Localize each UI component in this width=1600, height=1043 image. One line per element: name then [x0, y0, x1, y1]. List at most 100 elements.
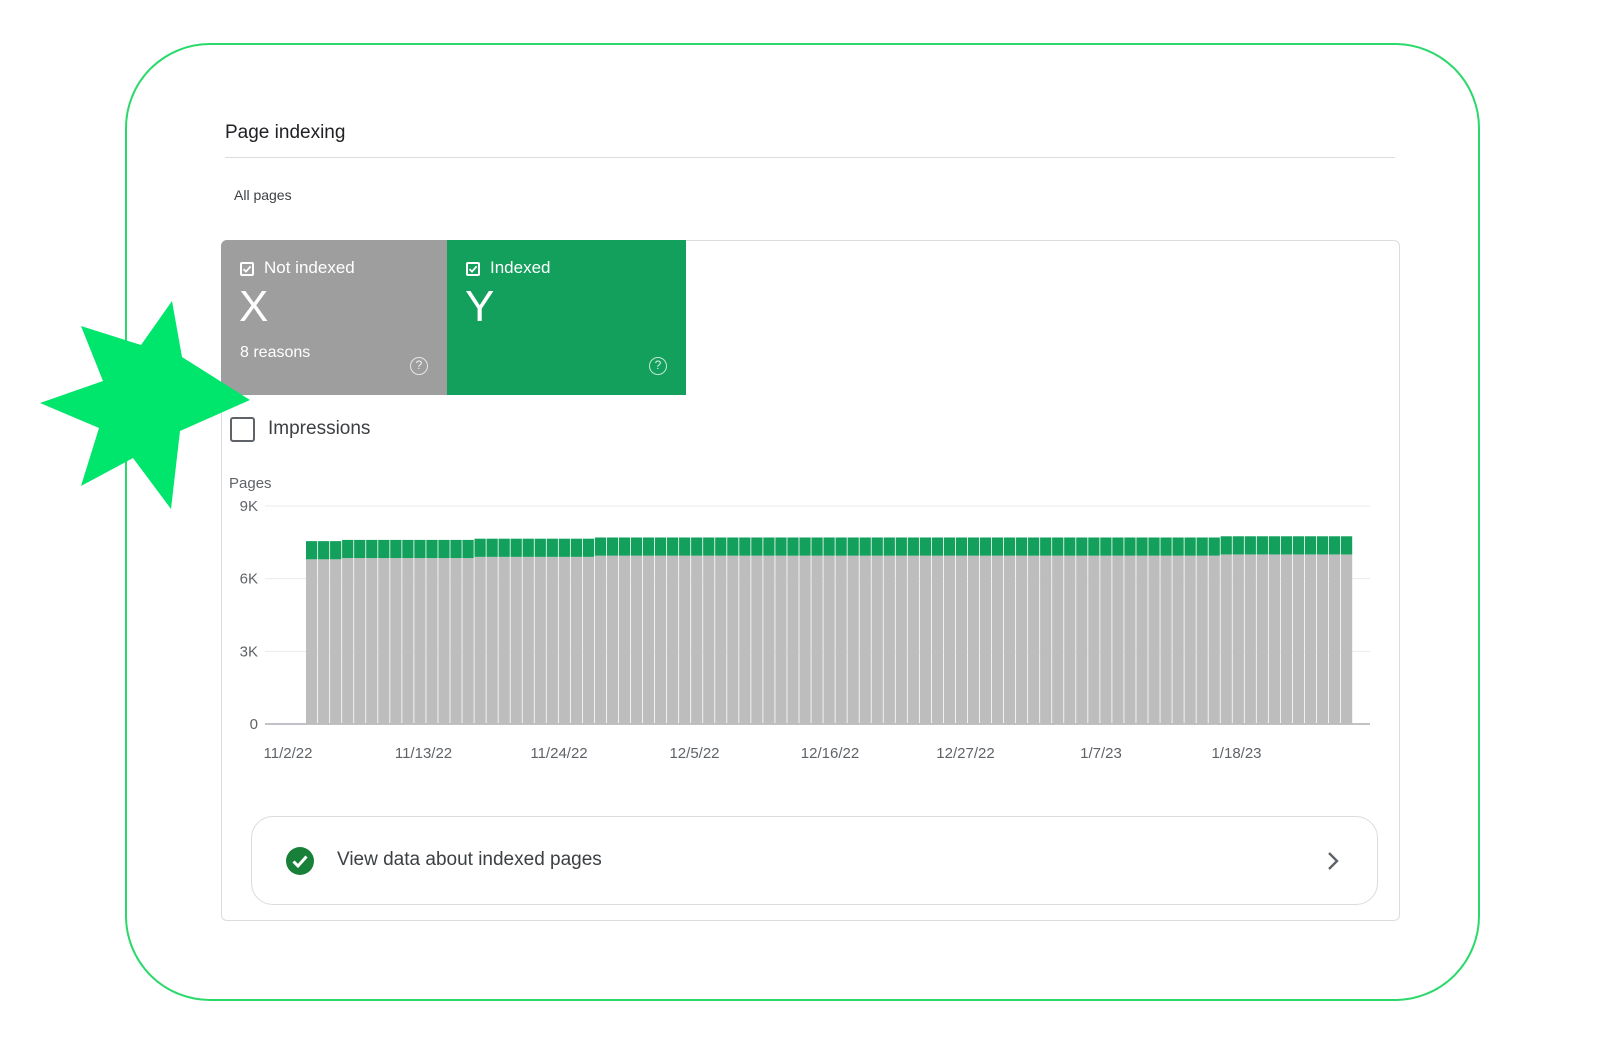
- bar-indexed: [979, 537, 992, 556]
- bar-indexed: [1124, 537, 1136, 556]
- bar-not-indexed: [402, 558, 414, 724]
- bar-indexed: [606, 537, 619, 556]
- bar-indexed: [1184, 537, 1196, 556]
- bar-indexed: [378, 539, 390, 559]
- bar-indexed: [1292, 536, 1305, 555]
- bar-indexed: [775, 537, 787, 556]
- bar-indexed: [1268, 536, 1280, 555]
- bar-not-indexed: [366, 558, 378, 724]
- bar-not-indexed: [835, 555, 847, 724]
- bar-indexed: [582, 538, 595, 557]
- bar-not-indexed: [1304, 554, 1317, 724]
- bar-indexed: [1280, 536, 1293, 555]
- y-tick-label: 0: [250, 716, 258, 733]
- y-ticks: 0 3K 6K 9K: [240, 498, 258, 733]
- bar-indexed: [1088, 537, 1100, 556]
- bar-not-indexed: [931, 555, 944, 724]
- check-circle-icon: [286, 847, 314, 875]
- x-tick-label: 12/16/22: [801, 745, 859, 762]
- bar-not-indexed: [1244, 554, 1256, 724]
- bar-indexed: [1076, 537, 1088, 556]
- bar-not-indexed: [342, 558, 354, 724]
- bar-indexed: [667, 537, 679, 556]
- bar-indexed: [967, 537, 980, 556]
- bar-not-indexed: [895, 555, 907, 724]
- bar-indexed: [703, 537, 715, 556]
- view-indexed-pages-link[interactable]: View data about indexed pages: [251, 816, 1378, 905]
- bar-indexed: [1316, 536, 1329, 555]
- bar-not-indexed: [390, 558, 402, 724]
- bar-indexed: [895, 537, 907, 556]
- bar-indexed: [1208, 537, 1220, 556]
- bar-not-indexed: [558, 556, 570, 724]
- bar-indexed: [330, 541, 342, 560]
- bar-indexed: [799, 537, 811, 556]
- bar-indexed: [919, 537, 931, 556]
- bar-not-indexed: [510, 556, 522, 724]
- bar-indexed: [751, 537, 763, 556]
- bar-indexed: [402, 539, 414, 559]
- x-tick-label: 11/13/22: [395, 745, 452, 762]
- bar-indexed: [1220, 536, 1232, 555]
- y-tick-label: 9K: [240, 498, 258, 515]
- bar-not-indexed: [1016, 555, 1028, 724]
- bar-not-indexed: [582, 556, 595, 724]
- bar-not-indexed: [450, 558, 462, 724]
- bar-indexed: [450, 539, 462, 559]
- bar-indexed: [1304, 536, 1317, 555]
- bar-not-indexed: [1100, 555, 1112, 724]
- bar-indexed: [1112, 537, 1124, 556]
- bar-not-indexed: [883, 555, 895, 724]
- bar-indexed: [1028, 537, 1040, 556]
- bar-indexed: [366, 539, 378, 559]
- x-tick-label: 1/7/23: [1080, 745, 1122, 762]
- bar-indexed: [823, 537, 835, 556]
- bar-not-indexed: [1052, 555, 1064, 724]
- bar-not-indexed: [751, 555, 763, 724]
- bar-indexed: [1064, 537, 1076, 556]
- bar-not-indexed: [522, 556, 534, 724]
- bar-indexed: [474, 538, 486, 557]
- bar-not-indexed: [1220, 554, 1232, 724]
- bar-not-indexed: [847, 555, 859, 724]
- bar-not-indexed: [1136, 555, 1148, 724]
- bar-indexed: [354, 539, 366, 559]
- bar-indexed: [534, 538, 546, 557]
- bar-indexed: [1244, 536, 1256, 555]
- bar-not-indexed: [919, 555, 931, 724]
- bar-not-indexed: [498, 556, 510, 724]
- bar-not-indexed: [306, 559, 318, 724]
- bar-not-indexed: [1256, 554, 1268, 724]
- bar-not-indexed: [1280, 554, 1293, 724]
- bar-indexed: [763, 537, 775, 556]
- bar-indexed: [943, 537, 956, 556]
- bar-indexed: [811, 537, 823, 556]
- bar-indexed: [1016, 537, 1028, 556]
- x-tick-label: 1/18/23: [1211, 745, 1261, 762]
- bar-not-indexed: [606, 555, 619, 724]
- x-tick-label: 12/27/22: [936, 745, 994, 762]
- bar-not-indexed: [1316, 554, 1329, 724]
- x-ticks: 11/2/22 11/13/22 11/24/22 12/5/22 12/16/22 12…: [264, 745, 1262, 762]
- bar-indexed: [630, 537, 643, 556]
- bar-not-indexed: [787, 555, 799, 724]
- bar-not-indexed: [1292, 554, 1305, 724]
- bar-not-indexed: [1208, 555, 1220, 724]
- bar-indexed: [727, 537, 739, 556]
- bar-not-indexed: [462, 558, 474, 724]
- bar-indexed: [618, 537, 631, 556]
- bar-indexed: [462, 539, 474, 559]
- bar-indexed: [426, 539, 438, 559]
- bar-indexed: [1328, 536, 1341, 555]
- y-axis-label: Pages: [229, 475, 272, 492]
- bar-not-indexed: [739, 555, 751, 724]
- bar-indexed: [883, 537, 895, 556]
- bar-indexed: [1160, 537, 1172, 556]
- bar-not-indexed: [811, 555, 823, 724]
- bar-indexed: [1340, 536, 1353, 555]
- bar-not-indexed: [823, 555, 835, 724]
- bar-indexed: [1100, 537, 1112, 556]
- bar-indexed: [558, 538, 570, 557]
- bar-not-indexed: [642, 555, 655, 724]
- bar-indexed: [342, 539, 354, 559]
